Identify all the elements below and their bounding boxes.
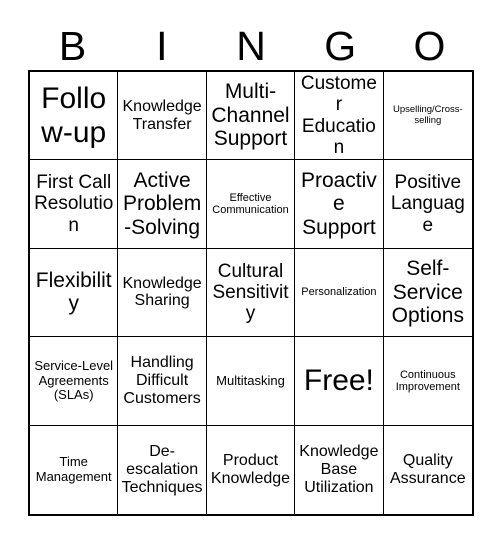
bingo-cell[interactable]: Knowledge Base Utilization	[295, 425, 384, 514]
bingo-cell[interactable]: Knowledge Sharing	[118, 248, 207, 338]
bingo-card: B I N G O Follow-up Knowledge Transfer Mul…	[0, 0, 500, 544]
header-letter-n: N	[236, 22, 266, 69]
bingo-cell[interactable]: Service-Level Agreements (SLAs)	[30, 337, 119, 426]
bingo-cell-label: Knowledge Sharing	[122, 274, 202, 310]
bingo-cell[interactable]: Customer Education	[295, 72, 384, 161]
bingo-cell-label: First Call Resolution	[34, 172, 114, 236]
bingo-cell[interactable]: Multi-Channel Support	[206, 72, 296, 161]
bingo-cell[interactable]: Free!	[295, 337, 384, 426]
bingo-cell[interactable]: Effective Communication	[206, 160, 296, 249]
header-letter-i: I	[156, 22, 168, 69]
bingo-cell-label: Positive Language	[390, 172, 465, 236]
bingo-cell-free[interactable]: Cultural Sensitivity	[206, 248, 296, 338]
bingo-cell[interactable]: Positive Language	[383, 160, 472, 249]
bingo-cell[interactable]: Continuous Improvement	[383, 337, 472, 426]
bingo-cell-label: Multi-Channel Support	[211, 80, 290, 151]
header-letter-b: B	[58, 22, 87, 69]
bingo-cell-label: Effective Communication	[212, 191, 289, 217]
bingo-cell[interactable]: Flexibility	[30, 248, 119, 338]
bingo-cell-label: Proactive Support	[300, 168, 377, 239]
bingo-cell[interactable]: Proactive Support	[295, 160, 384, 249]
bingo-grid: Follow-up Knowledge Transfer Multi-Channel…	[28, 70, 474, 516]
bingo-cell-label: De-escalation Techniques	[121, 442, 203, 496]
bingo-cell-label: Self-Service Options	[391, 257, 464, 328]
bingo-cell-label: Free!	[303, 364, 374, 398]
bingo-cell[interactable]: De-escalation Techniques	[118, 425, 207, 514]
bingo-cell-label: Active Problem-Solving	[122, 168, 202, 239]
bingo-cell-label: Upselling/Cross-selling	[392, 104, 463, 126]
bingo-cell-label: Cultural Sensitivity	[212, 260, 289, 325]
bingo-cell[interactable]: Time Management	[30, 425, 119, 514]
bingo-cell-label: Knowledge Base Utilization	[299, 442, 379, 496]
bingo-cell[interactable]: Self-Service Options	[383, 248, 472, 338]
bingo-cell-label: Quality Assurance	[390, 451, 466, 487]
bingo-header: B I N G O	[28, 22, 474, 70]
bingo-cell[interactable]: Personalization	[295, 248, 384, 338]
bingo-cell[interactable]: Upselling/Cross-selling	[383, 72, 472, 161]
bingo-cell-label: Continuous Improvement	[395, 368, 460, 393]
bingo-cell[interactable]: Product Knowledge	[206, 425, 296, 514]
bingo-cell-label: Follow-up	[41, 82, 107, 149]
bingo-cell-label: Multitasking	[216, 372, 285, 388]
bingo-cell[interactable]: Quality Assurance	[383, 425, 472, 514]
bingo-cell-label: Knowledge Transfer	[122, 97, 202, 133]
bingo-cell-label: Customer Education	[300, 73, 377, 158]
bingo-cell[interactable]: Active Problem-Solving	[118, 160, 207, 249]
bingo-cell[interactable]: Knowledge Transfer	[118, 72, 207, 161]
bingo-cell-label: Product Knowledge	[210, 451, 291, 487]
bingo-cell-label: Time Management	[35, 454, 112, 484]
header-letter-g: G	[324, 22, 357, 69]
bingo-cell-label: Flexibility	[35, 268, 112, 316]
bingo-cell-label: Personalization	[301, 286, 377, 299]
bingo-cell[interactable]: First Call Resolution	[30, 160, 119, 249]
bingo-cell[interactable]: Handling Difficult Customers	[118, 337, 207, 426]
bingo-cell[interactable]: Multitasking	[206, 337, 296, 426]
bingo-cell-label: Handling Difficult Customers	[123, 354, 201, 407]
bingo-cell-label: Service-Level Agreements (SLAs)	[34, 358, 114, 403]
bingo-cell[interactable]: Follow-up	[30, 72, 119, 161]
header-letter-o: O	[413, 22, 446, 69]
